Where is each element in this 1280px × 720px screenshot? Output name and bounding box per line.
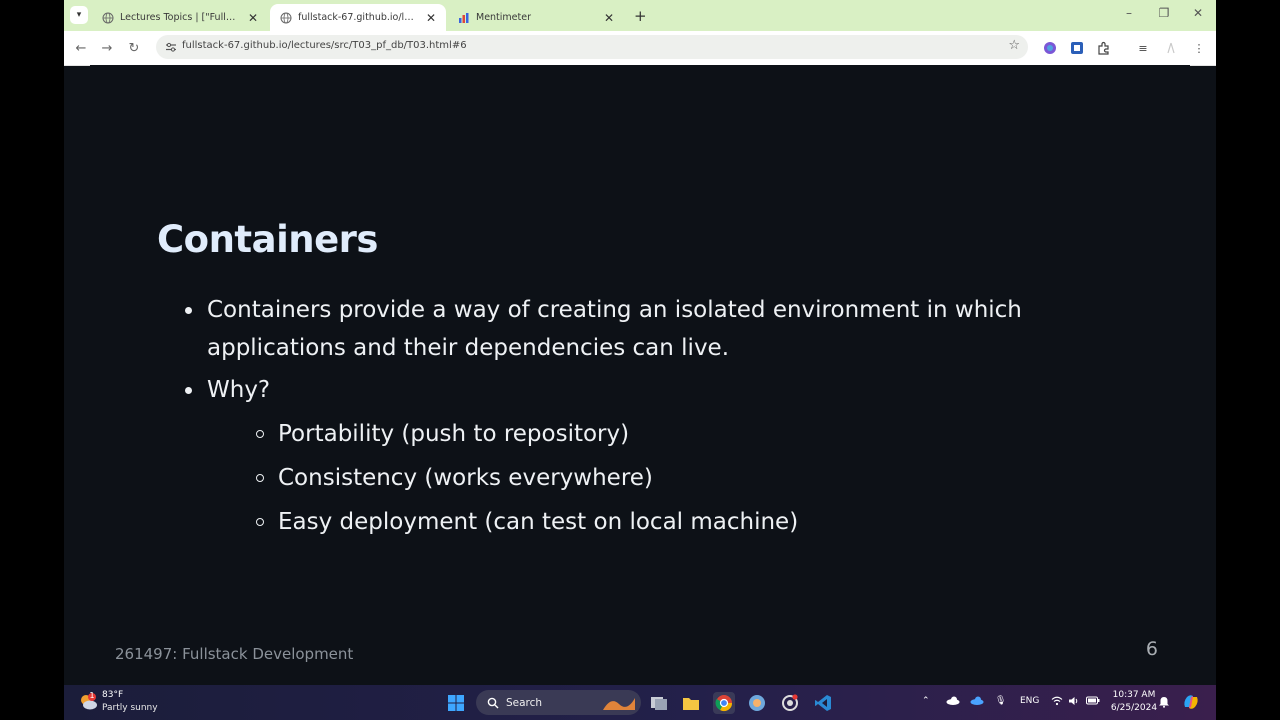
search-icon: [486, 696, 500, 710]
close-icon[interactable]: ✕: [246, 11, 260, 25]
tab-title: fullstack-67.github.io/lectures/s: [298, 12, 418, 23]
tray-chevron-up-icon[interactable]: ⌃: [922, 696, 930, 706]
reload-button[interactable]: ↻: [125, 39, 143, 57]
onedrive-icon[interactable]: [946, 696, 960, 708]
url-text: fullstack-67.github.io/lectures/src/T03_…: [182, 40, 467, 51]
address-bar[interactable]: fullstack-67.github.io/lectures/src/T03_…: [156, 35, 1028, 59]
window-close-icon[interactable]: ✕: [1188, 6, 1208, 20]
search-label: Search: [506, 696, 543, 709]
weather-badge: 1: [89, 691, 95, 700]
taskbar-search[interactable]: Search: [476, 690, 641, 715]
tab-lectures-topics[interactable]: Lectures Topics | ["Fullstack 67 ( ✕: [92, 4, 268, 31]
volume-icon[interactable]: [1068, 696, 1080, 709]
notification-bell-icon[interactable]: [1158, 696, 1170, 711]
mentimeter-icon: [458, 12, 470, 24]
taskbar: 1 83°F Partly sunny Search ⌃ 🎙︎ ENG 10:3…: [64, 685, 1216, 720]
forward-button[interactable]: →: [98, 39, 116, 57]
tab-search-button[interactable]: ▾: [70, 6, 88, 24]
media-controls-icon[interactable]: ≡: [1135, 40, 1151, 56]
slide-footer: 261497: Fullstack Development: [115, 645, 354, 663]
profile-avatar-icon[interactable]: [1163, 40, 1179, 56]
chrome-icon[interactable]: [713, 692, 735, 714]
screen: ▾ Lectures Topics | ["Fullstack 67 ( ✕ f…: [64, 0, 1216, 720]
globe-icon: [280, 12, 292, 24]
close-icon[interactable]: ✕: [602, 11, 616, 25]
back-button[interactable]: ←: [72, 39, 90, 57]
wifi-icon[interactable]: [1051, 696, 1063, 709]
weather-temperature: 83°F: [102, 690, 124, 700]
windows-start-icon[interactable]: [445, 692, 467, 714]
tab-fullstack-lecture[interactable]: fullstack-67.github.io/lectures/s ✕: [270, 4, 446, 31]
tab-title: Lectures Topics | ["Fullstack 67 (: [120, 12, 240, 23]
bullet-item: Why? Portability (push to repository) Co…: [185, 371, 1085, 541]
chevron-down-icon: ▾: [76, 10, 82, 20]
bookmark-star-icon[interactable]: ☆: [1008, 38, 1020, 53]
file-explorer-icon[interactable]: [680, 692, 702, 714]
extensions-puzzle-icon[interactable]: [1096, 40, 1112, 56]
weather-icon[interactable]: 1: [78, 691, 100, 713]
sub-bullet-item: Portability (push to repository): [256, 415, 1085, 453]
arrow-right-icon: →: [101, 40, 113, 56]
tab-title: Mentimeter: [476, 12, 532, 23]
task-view-icon[interactable]: [648, 692, 670, 714]
presentation-slide: Containers Containers provide a way of c…: [90, 65, 1190, 685]
vscode-icon[interactable]: [812, 692, 834, 714]
weather-description: Partly sunny: [102, 703, 158, 713]
search-highlight-icon: [601, 692, 637, 713]
onedrive-blue-icon[interactable]: [970, 696, 984, 708]
browser-toolbar: ← → ↻ fullstack-67.github.io/lectures/sr…: [64, 31, 1216, 66]
copilot-icon[interactable]: [1182, 693, 1200, 714]
sub-bullet-item: Consistency (works everywhere): [256, 459, 1085, 497]
new-tab-button[interactable]: +: [634, 7, 647, 25]
chrome-profile-icon[interactable]: [1042, 40, 1058, 56]
battery-icon[interactable]: [1086, 696, 1100, 708]
bullet-text: Containers provide a way of creating an …: [207, 297, 1022, 361]
close-icon[interactable]: ✕: [424, 11, 438, 25]
app-icon[interactable]: [746, 692, 768, 714]
restore-icon[interactable]: ❐: [1154, 6, 1174, 20]
bullet-item: Containers provide a way of creating an …: [185, 291, 1085, 367]
slide-page-number: 6: [1145, 638, 1158, 660]
more-menu-icon[interactable]: ⋮: [1191, 40, 1207, 56]
chrome-alt-icon[interactable]: [779, 692, 801, 714]
arrow-left-icon: ←: [75, 40, 87, 56]
extension-icon[interactable]: [1069, 40, 1085, 56]
tab-mentimeter[interactable]: Mentimeter ✕: [448, 4, 624, 31]
sub-bullet-item: Easy deployment (can test on local machi…: [256, 503, 1085, 541]
globe-icon: [102, 12, 114, 24]
minimize-icon[interactable]: –: [1119, 6, 1139, 20]
bullet-text: Why?: [207, 377, 271, 403]
site-info-icon[interactable]: [164, 40, 178, 54]
reload-icon: ↻: [128, 40, 140, 56]
microphone-icon[interactable]: 🎙︎: [995, 696, 1006, 706]
clock-time[interactable]: 10:37 AM: [1109, 690, 1159, 700]
language-indicator[interactable]: ENG: [1020, 696, 1039, 706]
clock-date[interactable]: 6/25/2024: [1107, 703, 1161, 713]
sub-bullet-list: Portability (push to repository) Consist…: [207, 415, 1085, 541]
bullet-list: Containers provide a way of creating an …: [185, 291, 1085, 545]
slide-title: Containers: [157, 218, 378, 261]
tab-strip: ▾ Lectures Topics | ["Fullstack 67 ( ✕ f…: [64, 0, 1216, 31]
